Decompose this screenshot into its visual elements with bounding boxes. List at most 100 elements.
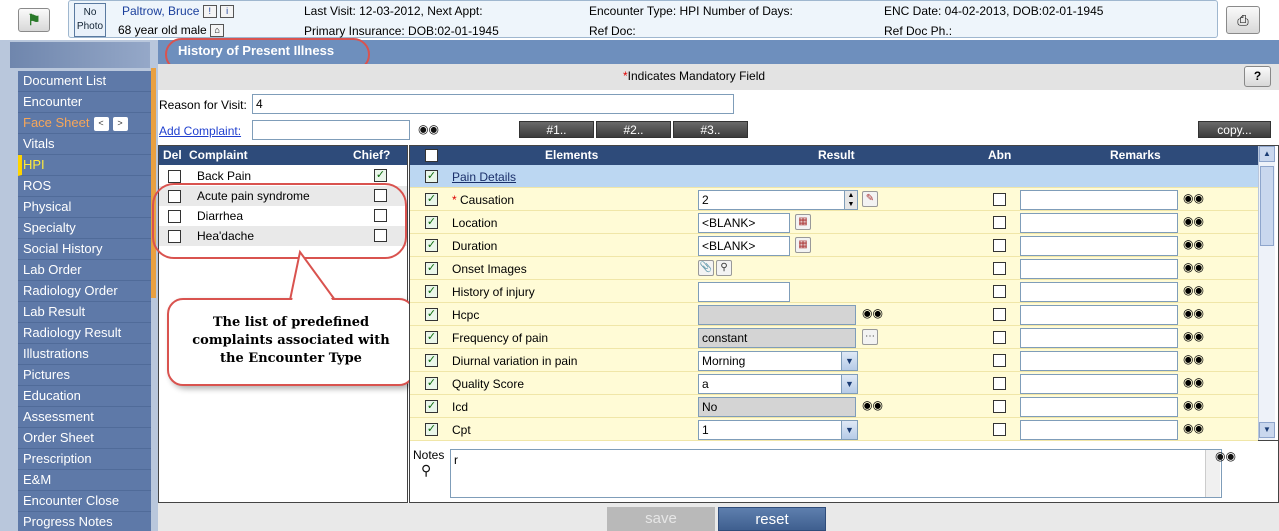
elements-scrollbar[interactable]: ▲ ▼	[1258, 146, 1275, 440]
chevron-down-icon[interactable]: ▼	[841, 352, 857, 370]
abnormal-checkbox[interactable]	[993, 331, 1006, 344]
hcpc-lookup-field[interactable]	[698, 305, 856, 325]
history-of-injury-input[interactable]	[698, 282, 790, 302]
remarks-binoculars-icon[interactable]: ◉◉	[1183, 260, 1204, 274]
abnormal-checkbox[interactable]	[993, 216, 1006, 229]
mandatory-star: *	[452, 193, 457, 207]
section-title[interactable]: Pain Details	[452, 170, 516, 184]
calendar-picker-icon[interactable]: ▦	[795, 214, 811, 230]
remarks-input[interactable]	[1020, 328, 1178, 348]
remarks-input[interactable]	[1020, 351, 1178, 371]
element-checkbox[interactable]: ✓	[425, 285, 438, 298]
section-row: ✓ Pain Details	[410, 165, 1258, 188]
remarks-binoculars-icon[interactable]: ◉◉	[1183, 237, 1204, 251]
lookup-binoculars-icon[interactable]: ◉◉	[862, 306, 883, 320]
select-value: Morning	[702, 354, 746, 368]
abnormal-checkbox[interactable]	[993, 400, 1006, 413]
quality-score-select[interactable]: a ▼	[698, 374, 858, 394]
abnormal-checkbox[interactable]	[993, 308, 1006, 321]
element-row-hcpc: ✓ Hcpc ◉◉ ◉◉	[410, 303, 1258, 326]
remarks-binoculars-icon[interactable]: ◉◉	[1183, 421, 1204, 435]
remarks-binoculars-icon[interactable]: ◉◉	[1183, 283, 1204, 297]
element-name: * Causation	[452, 193, 514, 207]
elements-panel: Elements Result Abn Remarks ✓ Pain Detai…	[409, 145, 1279, 441]
notepad-icon[interactable]: ✎	[862, 191, 878, 207]
element-checkbox[interactable]: ✓	[425, 216, 438, 229]
remarks-binoculars-icon[interactable]: ◉◉	[1183, 352, 1204, 366]
element-row-history-of-injury: ✓ History of injury ◉◉	[410, 280, 1258, 303]
scroll-thumb[interactable]	[1260, 166, 1274, 246]
element-name-text: Onset Images	[452, 262, 527, 276]
spinner-arrows-icon[interactable]: ▲ ▼	[844, 191, 857, 209]
element-row-diurnal-variation-in-pain: ✓ Diurnal variation in pain Morning ▼ ◉◉	[410, 349, 1258, 372]
remarks-input[interactable]	[1020, 282, 1178, 302]
element-name: Frequency of pain	[452, 331, 548, 345]
abn-header-label: Abn	[988, 148, 1012, 162]
remarks-binoculars-icon[interactable]: ◉◉	[1183, 375, 1204, 389]
duration-picker[interactable]: <BLANK>	[698, 236, 790, 256]
remarks-input[interactable]	[1020, 420, 1178, 440]
elements-header: Elements Result Abn Remarks	[410, 146, 1258, 165]
magnifier-icon[interactable]: ⚲	[716, 260, 732, 276]
remarks-binoculars-icon[interactable]: ◉◉	[1183, 398, 1204, 412]
save-button[interactable]: save	[607, 507, 715, 531]
abnormal-checkbox[interactable]	[993, 377, 1006, 390]
chevron-down-icon[interactable]: ▼	[841, 421, 857, 439]
element-name: Quality Score	[452, 377, 524, 391]
element-checkbox[interactable]: ✓	[425, 354, 438, 367]
remarks-input[interactable]	[1020, 236, 1178, 256]
cpt-select[interactable]: 1 ▼	[698, 420, 858, 440]
abnormal-checkbox[interactable]	[993, 193, 1006, 206]
remarks-input[interactable]	[1020, 305, 1178, 325]
remarks-input[interactable]	[1020, 397, 1178, 417]
chevron-down-icon[interactable]: ▼	[841, 375, 857, 393]
select-all-checkbox[interactable]	[425, 149, 438, 162]
lookup-binoculars-icon[interactable]: ◉◉	[862, 398, 883, 412]
abnormal-checkbox[interactable]	[993, 239, 1006, 252]
remarks-input[interactable]	[1020, 259, 1178, 279]
element-checkbox[interactable]: ✓	[425, 308, 438, 321]
diurnal-variation-in-pain-select[interactable]: Morning ▼	[698, 351, 858, 371]
element-name-text: Frequency of pain	[452, 331, 549, 345]
icd-lookup-field[interactable]: No	[698, 397, 856, 417]
remarks-binoculars-icon[interactable]: ◉◉	[1183, 329, 1204, 343]
abnormal-checkbox[interactable]	[993, 354, 1006, 367]
element-name-text: Diurnal variation in pain	[452, 354, 578, 368]
element-checkbox[interactable]: ✓	[425, 262, 438, 275]
element-checkbox[interactable]: ✓	[425, 400, 438, 413]
remarks-input[interactable]	[1020, 213, 1178, 233]
element-row-onset-images: ✓ Onset Images 📎 ⚲ ◉◉	[410, 257, 1258, 280]
element-row-duration: ✓ Duration <BLANK> ▦ ◉◉	[410, 234, 1258, 257]
abnormal-checkbox[interactable]	[993, 285, 1006, 298]
section-checkbox[interactable]: ✓	[425, 170, 438, 183]
notes-label: Notes	[413, 448, 445, 462]
element-checkbox[interactable]: ✓	[425, 193, 438, 206]
element-name-text: Cpt	[452, 423, 471, 437]
frequency-of-pain-field[interactable]: constant	[698, 328, 856, 348]
reset-button[interactable]: reset	[718, 507, 826, 531]
element-checkbox[interactable]: ✓	[425, 331, 438, 344]
element-checkbox[interactable]: ✓	[425, 239, 438, 252]
remarks-input[interactable]	[1020, 190, 1178, 210]
remarks-binoculars-icon[interactable]: ◉◉	[1183, 214, 1204, 228]
element-checkbox[interactable]: ✓	[425, 377, 438, 390]
paperclip-icon[interactable]: 📎	[698, 260, 714, 276]
ellipsis-icon[interactable]: ⋯	[862, 329, 878, 345]
notes-magnifier-icon[interactable]: ⚲	[421, 462, 431, 479]
causation-spinner[interactable]: 2 ▲ ▼	[698, 190, 858, 210]
abnormal-checkbox[interactable]	[993, 423, 1006, 436]
element-name: Hcpc	[452, 308, 479, 322]
notes-textarea[interactable]: r	[450, 449, 1222, 498]
abnormal-checkbox[interactable]	[993, 262, 1006, 275]
element-name-text: Causation	[460, 193, 515, 207]
remarks-binoculars-icon[interactable]: ◉◉	[1183, 306, 1204, 320]
calendar-picker-icon[interactable]: ▦	[795, 237, 811, 253]
remarks-input[interactable]	[1020, 374, 1178, 394]
result-value: 2	[702, 193, 709, 207]
location-picker[interactable]: <BLANK>	[698, 213, 790, 233]
remarks-binoculars-icon[interactable]: ◉◉	[1183, 191, 1204, 205]
scroll-down-icon[interactable]: ▼	[1259, 422, 1275, 438]
notes-search-icon[interactable]: ◉◉	[1215, 449, 1236, 463]
scroll-up-icon[interactable]: ▲	[1259, 146, 1275, 162]
element-checkbox[interactable]: ✓	[425, 423, 438, 436]
